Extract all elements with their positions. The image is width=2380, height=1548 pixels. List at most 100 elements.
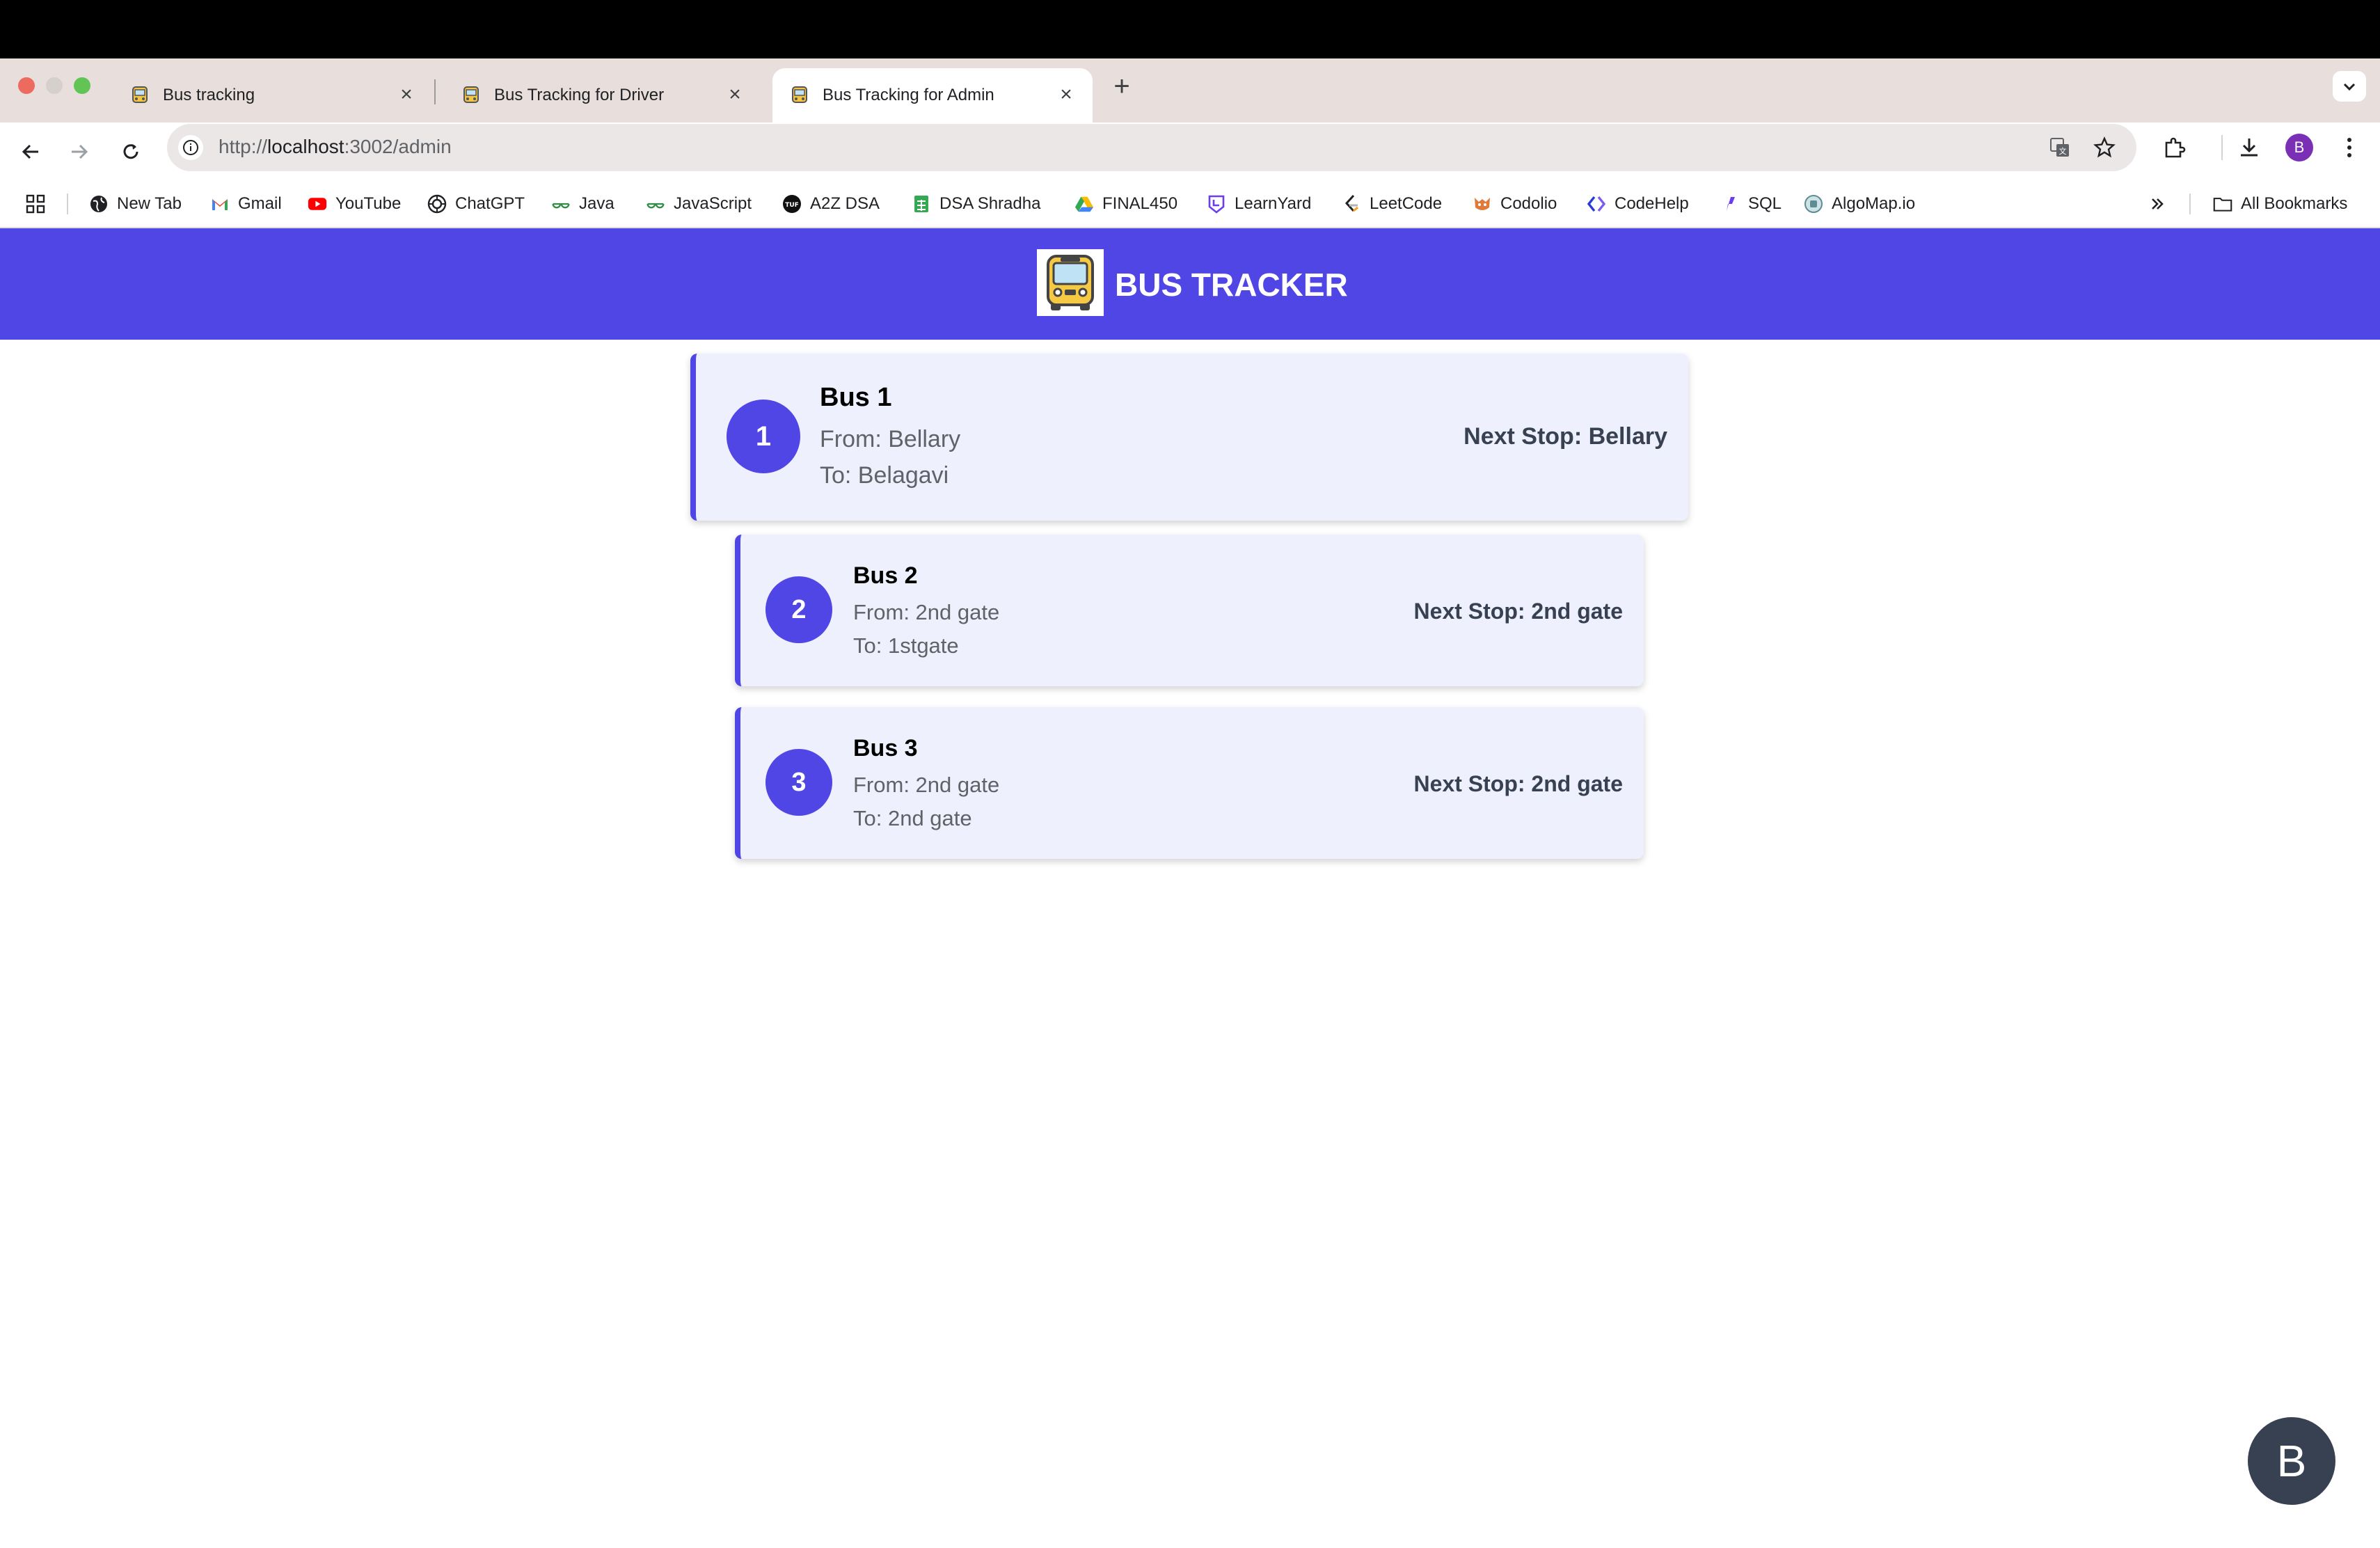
gfg-icon	[551, 194, 571, 214]
toolbar-separator	[2221, 135, 2223, 160]
extensions-icon[interactable]	[2156, 129, 2192, 166]
gfg-icon	[646, 194, 665, 214]
window-close-button[interactable]	[18, 77, 35, 94]
youtube-icon	[308, 194, 327, 214]
learnyard-icon	[1207, 194, 1226, 214]
tab-bus-tracking-admin[interactable]: Bus Tracking for Admin ×	[772, 68, 1093, 123]
bus-card[interactable]: 2 Bus 2 From: 2nd gate To: 1stgate Next …	[735, 535, 1644, 686]
bookmark-label: SQL	[1748, 194, 1782, 213]
chevron-down-icon	[2343, 83, 2356, 91]
reload-button[interactable]	[111, 132, 150, 171]
bookmark-leetcode[interactable]: LeetCode	[1342, 192, 1442, 216]
bus-to: To: 2nd gate	[853, 806, 972, 830]
globe-icon	[89, 194, 109, 214]
bookmark-label: ChatGPT	[455, 194, 525, 213]
folder-icon	[2213, 194, 2232, 214]
bookmark-star-icon[interactable]	[2089, 132, 2120, 163]
bus-next-stop: Next Stop: 2nd gate	[1413, 599, 1623, 624]
bookmark-chatgpt[interactable]: ChatGPT	[427, 192, 525, 216]
app-title: BUS TRACKER	[1115, 267, 1348, 303]
tab-search-button[interactable]	[2333, 71, 2366, 102]
reload-icon	[123, 144, 138, 159]
user-avatar-button[interactable]: B	[2248, 1417, 2335, 1505]
translate-icon[interactable]: 文	[2045, 132, 2075, 163]
url-scheme: http://	[219, 136, 268, 157]
forward-button[interactable]	[60, 132, 99, 171]
address-bar[interactable]	[167, 124, 2136, 171]
kebab-menu-icon[interactable]	[2331, 129, 2367, 166]
new-tab-button[interactable]: +	[1108, 72, 1136, 100]
url-path: :3002/admin	[344, 136, 452, 157]
bookmark-label: JavaScript	[674, 194, 752, 213]
bus-card[interactable]: 1 Bus 1 From: Bellary To: Belagavi Next …	[690, 354, 1688, 521]
tab-close-icon[interactable]: ×	[395, 84, 418, 106]
bookmark-algomap[interactable]: AlgoMap.io	[1804, 192, 1915, 216]
bookmark-label: DSA Shradha	[939, 194, 1041, 213]
bookmark-separator	[2189, 194, 2191, 214]
bookmark-label: CodeHelp	[1615, 194, 1689, 213]
tab-close-icon[interactable]: ×	[724, 84, 746, 106]
profile-avatar[interactable]: B	[2285, 134, 2313, 161]
site-info-icon[interactable]	[178, 135, 203, 160]
back-button[interactable]	[11, 132, 50, 171]
tab-separator	[434, 79, 436, 104]
bus-to: To: 1stgate	[853, 633, 959, 658]
bookmark-label: Java	[579, 194, 614, 213]
bookmark-dsa-shradha[interactable]: DSA Shradha	[912, 192, 1040, 216]
tab-title: Bus Tracking for Driver	[494, 86, 665, 104]
bookmarks-overflow-button[interactable]	[2148, 192, 2175, 216]
bus-next-stop: Next Stop: Bellary	[1463, 423, 1667, 450]
bookmark-javascript[interactable]: JavaScript	[646, 192, 752, 216]
double-chevron-right-icon	[2148, 194, 2167, 214]
tab-title: Bus Tracking for Admin	[823, 86, 994, 104]
bus-name: Bus 2	[853, 562, 918, 589]
bookmark-a2z-dsa[interactable]: TUF A2Z DSA	[782, 192, 880, 216]
url-text[interactable]: http://localhost:3002/admin	[219, 134, 452, 159]
bookmark-label: Gmail	[238, 194, 282, 213]
bus-number-badge: 3	[765, 749, 832, 816]
bookmark-codehelp[interactable]: CodeHelp	[1587, 192, 1689, 216]
svg-text:TUF: TUF	[785, 202, 799, 209]
tuf-icon: TUF	[782, 194, 802, 214]
arrow-right-icon	[72, 144, 88, 159]
bus-from: From: 2nd gate	[853, 600, 1000, 624]
bookmark-codolio[interactable]: Codolio	[1473, 192, 1557, 216]
tab-close-icon[interactable]: ×	[1055, 84, 1077, 106]
bookmark-youtube[interactable]: YouTube	[308, 192, 401, 216]
all-bookmarks-button[interactable]: All Bookmarks	[2213, 192, 2347, 216]
bookmark-new-tab[interactable]: New Tab	[89, 192, 182, 216]
url-host: localhost	[267, 136, 344, 157]
tab-bus-tracking-driver[interactable]: Bus Tracking for Driver ×	[444, 68, 761, 123]
bookmark-label: LearnYard	[1235, 194, 1312, 213]
bus-number-badge: 1	[727, 400, 800, 473]
svg-text:文: 文	[2059, 146, 2067, 156]
bus-name: Bus 1	[820, 383, 892, 412]
bookmark-label: A2Z DSA	[810, 194, 880, 213]
arrow-left-icon	[22, 144, 38, 159]
codehelp-icon	[1587, 194, 1606, 214]
bus-from: From: 2nd gate	[853, 773, 1000, 797]
bookmark-label: AlgoMap.io	[1832, 194, 1916, 213]
bookmark-java[interactable]: Java	[551, 192, 614, 216]
bookmark-final450[interactable]: FINAL450	[1074, 192, 1177, 216]
all-bookmarks-label: All Bookmarks	[2241, 194, 2348, 213]
chatgpt-icon	[427, 194, 447, 214]
bookmark-learnyard[interactable]: LearnYard	[1207, 192, 1311, 216]
bus-to: To: Belagavi	[820, 462, 949, 489]
bus-logo-icon	[1037, 249, 1104, 316]
window-zoom-button[interactable]	[74, 77, 90, 94]
algomap-icon	[1804, 194, 1823, 214]
bookmark-gmail[interactable]: Gmail	[210, 192, 282, 216]
window-minimize-button[interactable]	[46, 77, 63, 94]
download-icon[interactable]	[2231, 129, 2267, 166]
bookmark-label: New Tab	[117, 194, 182, 213]
tab-bus-tracking[interactable]: Bus tracking ×	[113, 68, 433, 123]
bus-favicon-icon	[461, 85, 482, 106]
bookmark-label: LeetCode	[1370, 194, 1443, 213]
bookmark-label: Codolio	[1500, 194, 1557, 213]
apps-grid-icon[interactable]	[25, 192, 46, 216]
bus-favicon-icon	[129, 85, 150, 106]
bookmark-sql[interactable]: SQL	[1720, 192, 1782, 216]
tab-title: Bus tracking	[163, 86, 255, 104]
bus-card[interactable]: 3 Bus 3 From: 2nd gate To: 2nd gate Next…	[735, 707, 1644, 859]
